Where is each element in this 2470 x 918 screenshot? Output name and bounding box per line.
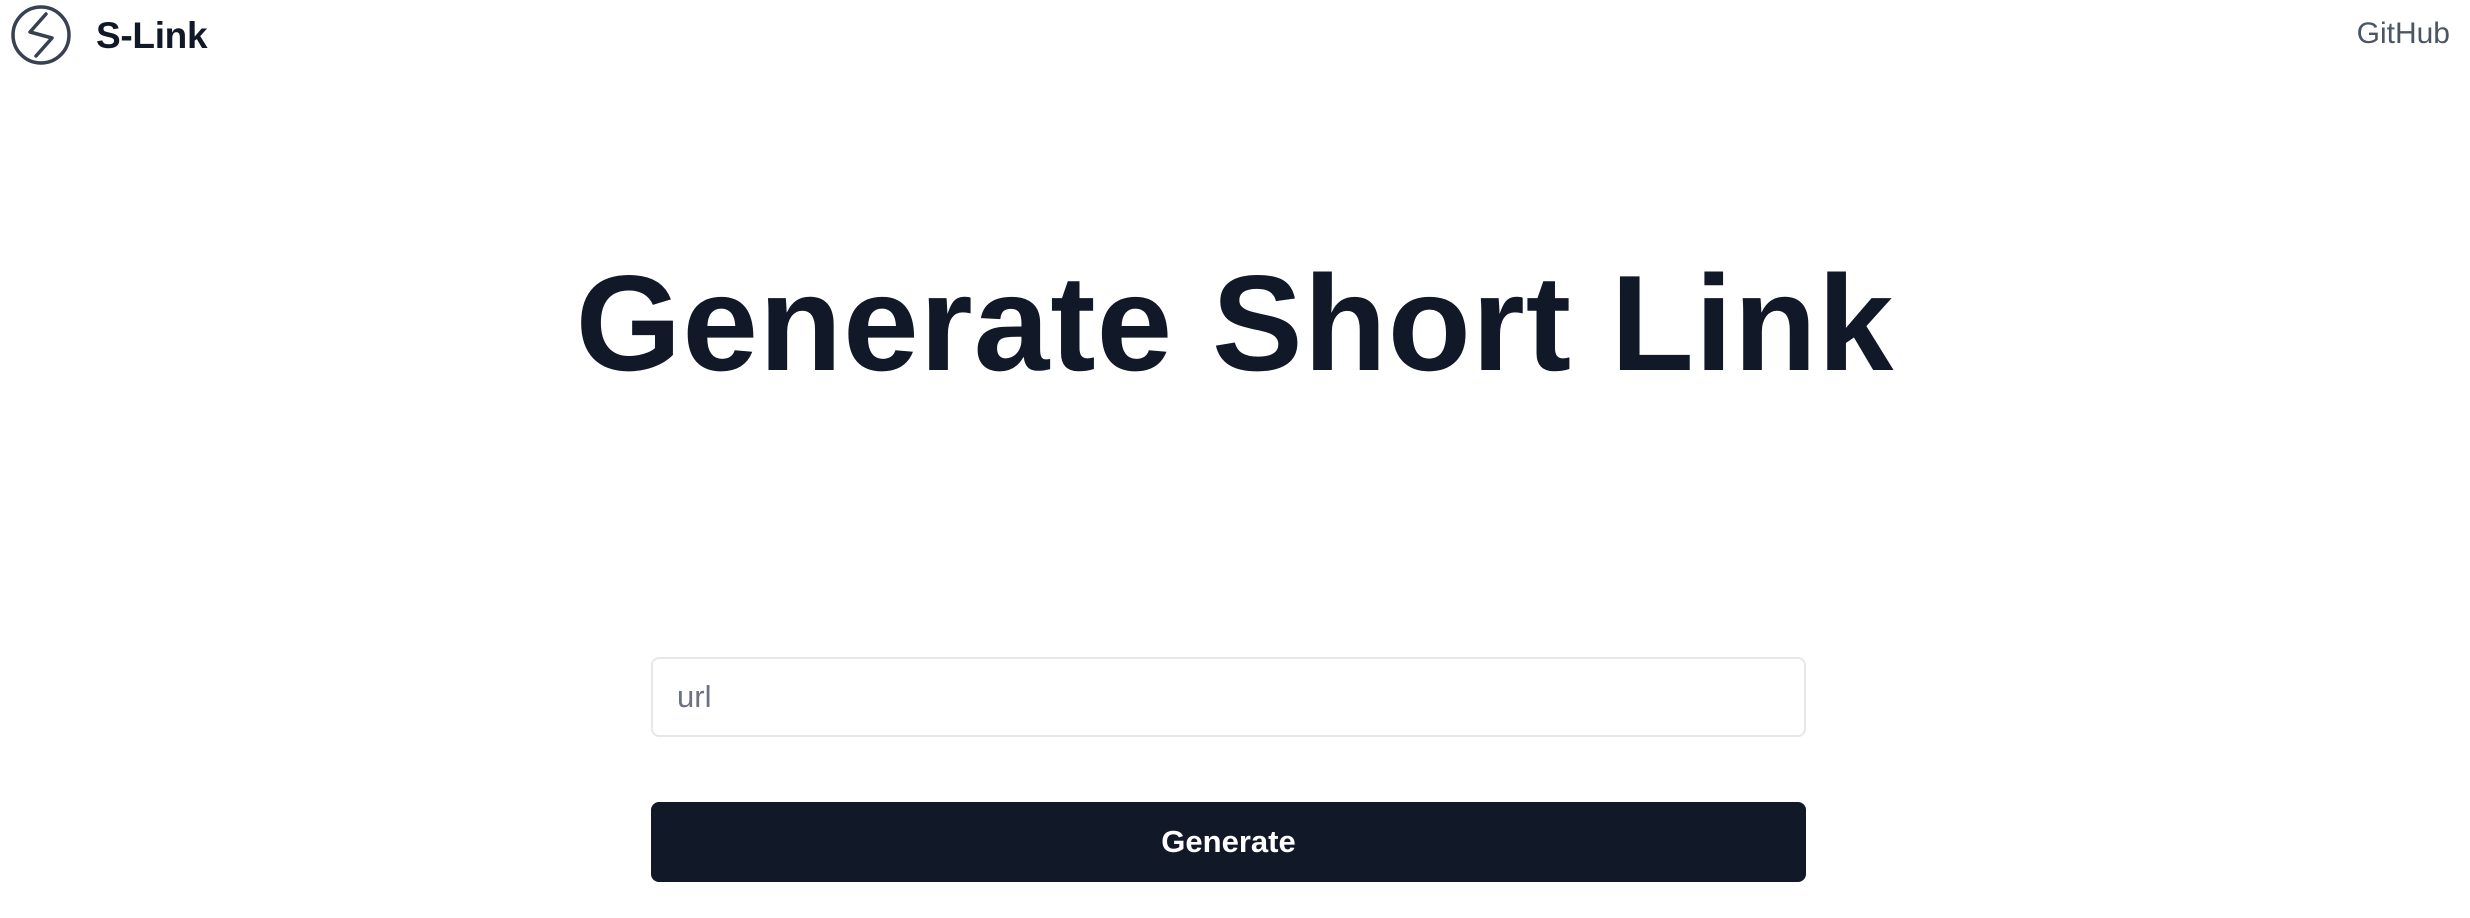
url-input[interactable] [651,657,1806,737]
brand-link[interactable]: S-Link [10,4,208,66]
github-link[interactable]: GitHub [2357,16,2450,52]
site-header: S-Link GitHub [0,0,2470,70]
page-title: Generate Short Link [575,247,1895,399]
brand-name: S-Link [96,14,208,56]
s-logo-icon [11,5,71,65]
generate-button[interactable]: Generate [651,802,1806,882]
